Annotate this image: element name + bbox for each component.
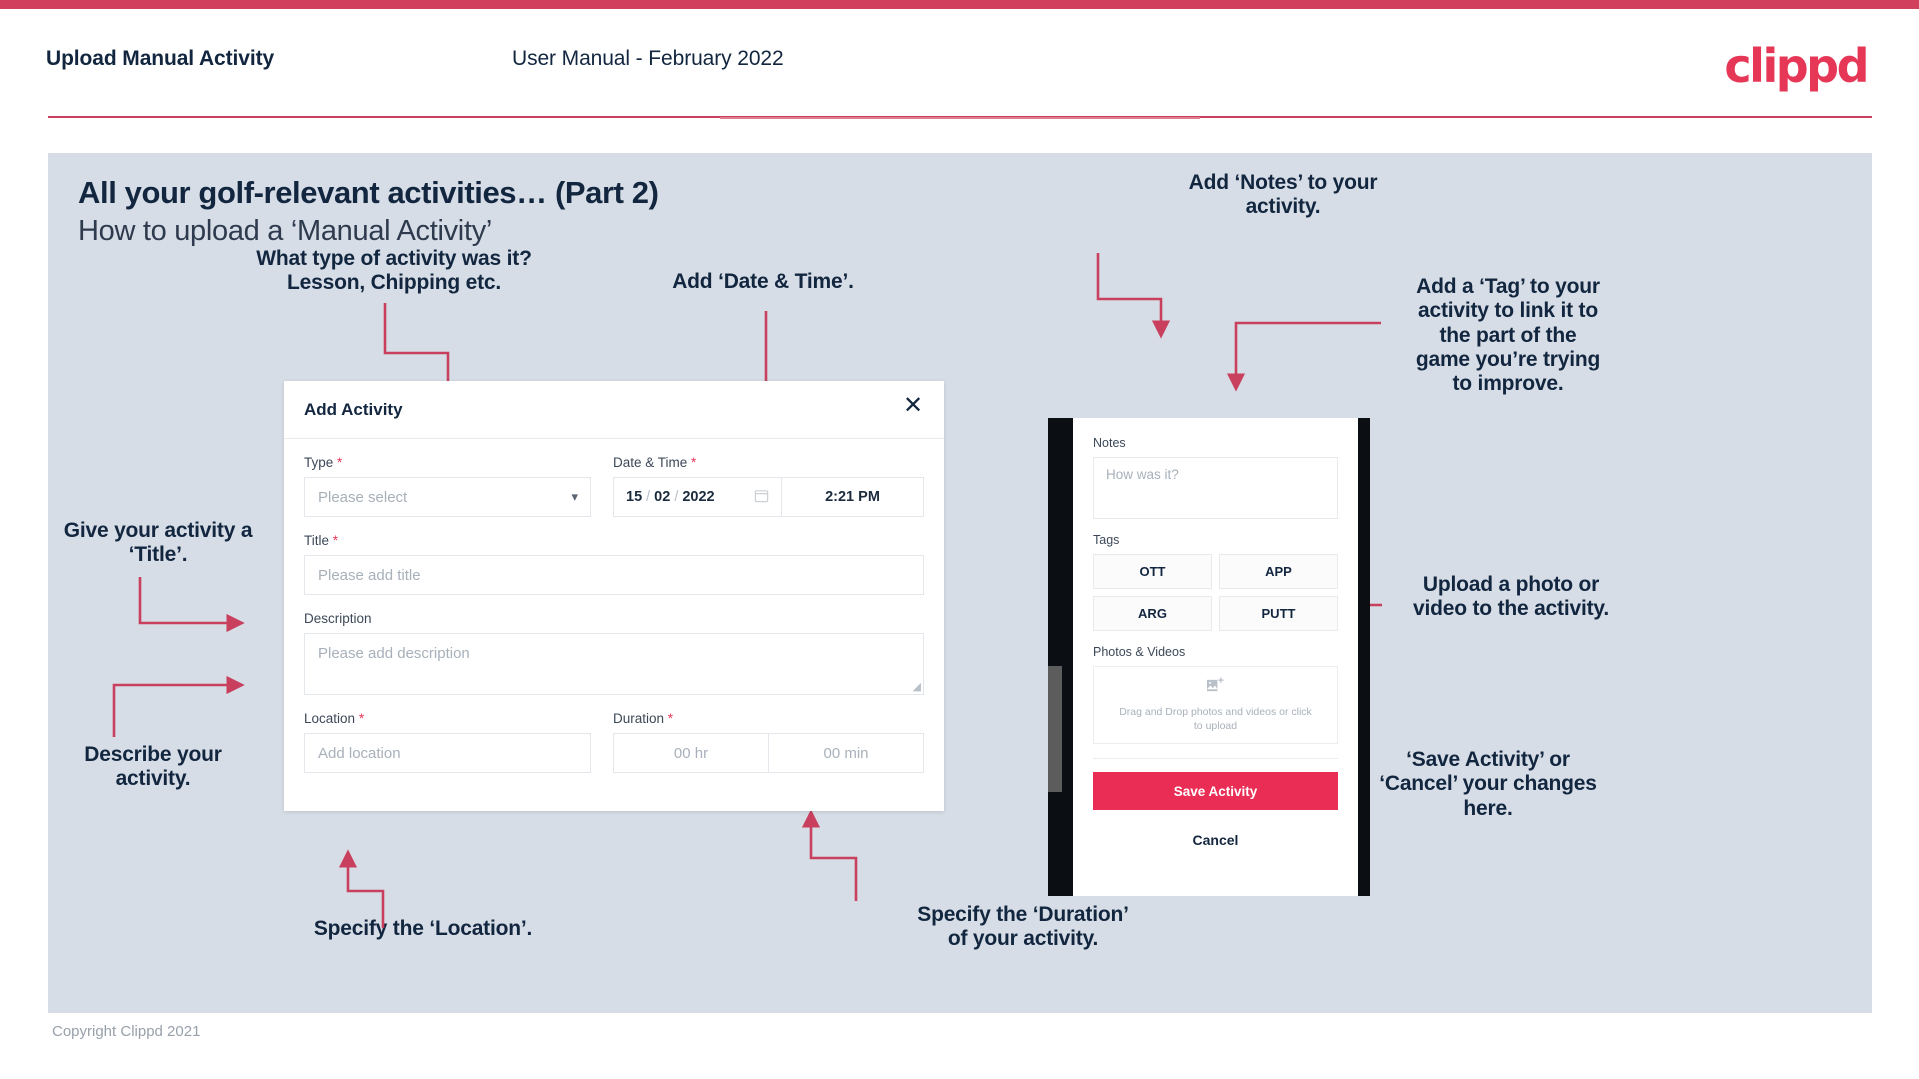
title-placeholder: Please add title bbox=[318, 566, 421, 584]
duration-group: 00 hr 00 min bbox=[613, 733, 924, 773]
annotation-duration: Specify the ‘Duration’ of your activity. bbox=[917, 903, 1129, 951]
phone-divider bbox=[1093, 758, 1338, 759]
page-header: Upload Manual Activity User Manual - Feb… bbox=[0, 9, 1919, 125]
notes-label: Notes bbox=[1093, 436, 1126, 450]
type-label-text: Type bbox=[304, 455, 334, 470]
title-label-text: Title bbox=[304, 533, 330, 548]
location-required-marker: * bbox=[358, 711, 365, 726]
tag-app[interactable]: APP bbox=[1219, 554, 1338, 589]
field-datetime: Date & Time * 15 / 02 / 2022 2:21 PM bbox=[613, 455, 924, 517]
tag-arg[interactable]: ARG bbox=[1093, 596, 1212, 631]
duration-required-marker: * bbox=[667, 711, 674, 726]
time-input[interactable]: 2:21 PM bbox=[782, 477, 924, 517]
phone-bezel-right bbox=[1357, 418, 1370, 896]
duration-hours-input[interactable]: 00 hr bbox=[613, 733, 769, 773]
title-label: Title * bbox=[304, 533, 924, 548]
date-input[interactable]: 15 / 02 / 2022 bbox=[613, 477, 782, 517]
location-label-text: Location bbox=[304, 711, 356, 726]
tags-grid: OTT APP ARG PUTT bbox=[1093, 554, 1338, 631]
notes-textarea[interactable]: How was it? bbox=[1093, 457, 1338, 519]
datetime-required-marker: * bbox=[691, 455, 697, 470]
phone-volume-button bbox=[1048, 666, 1062, 792]
date-sep-2: / bbox=[674, 489, 679, 505]
location-label: Location * bbox=[304, 711, 591, 726]
calendar-icon[interactable] bbox=[754, 488, 769, 507]
annotation-notes: Add ‘Notes’ to your activity. bbox=[1188, 171, 1378, 219]
top-accent-bar bbox=[0, 0, 1919, 9]
add-activity-dialog: Add Activity ✕ Type * Please select ▾ Da… bbox=[284, 381, 944, 811]
row-location-duration: Location * Add location Duration * 00 hr… bbox=[304, 711, 924, 773]
duration-label-text: Duration bbox=[613, 711, 665, 726]
description-textarea[interactable]: Please add description ◢ bbox=[304, 633, 924, 695]
add-image-icon bbox=[1206, 677, 1225, 699]
row-type-datetime: Type * Please select ▾ Date & Time * 15 … bbox=[304, 455, 924, 517]
duration-minutes-input[interactable]: 00 min bbox=[769, 733, 924, 773]
description-placeholder: Please add description bbox=[318, 645, 470, 662]
datetime-label-text: Date & Time bbox=[613, 455, 688, 470]
page-title: Upload Manual Activity bbox=[46, 47, 275, 70]
title-input[interactable]: Please add title bbox=[304, 555, 924, 595]
chevron-down-icon: ▾ bbox=[571, 489, 578, 504]
phone-mockup: Notes How was it? Tags OTT APP ARG PUTT … bbox=[1048, 418, 1370, 896]
annotation-description: Describe your activity. bbox=[84, 743, 222, 791]
type-select[interactable]: Please select ▾ bbox=[304, 477, 591, 517]
footer-copyright: Copyright Clippd 2021 bbox=[52, 1023, 201, 1040]
annotation-type: What type of activity was it? Lesson, Ch… bbox=[256, 247, 532, 295]
annotation-tags: Add a ‘Tag’ to your activity to link it … bbox=[1415, 275, 1601, 396]
phone-bezel-left bbox=[1048, 418, 1062, 896]
date-day: 15 bbox=[626, 489, 643, 505]
slide-canvas: All your golf-relevant activities… (Part… bbox=[48, 153, 1872, 1013]
date-year: 2022 bbox=[682, 489, 715, 505]
field-description: Description Please add description ◢ bbox=[304, 611, 924, 695]
field-location: Location * Add location bbox=[304, 711, 591, 773]
dialog-header: Add Activity ✕ bbox=[284, 381, 944, 439]
annotation-photos: Upload a photo or video to the activity. bbox=[1413, 573, 1609, 621]
dialog-title: Add Activity bbox=[304, 400, 403, 419]
dialog-body: Type * Please select ▾ Date & Time * 15 … bbox=[284, 439, 944, 773]
photo-dropzone[interactable]: Drag and Drop photos and videos or click… bbox=[1093, 666, 1338, 744]
page-subtitle: User Manual - February 2022 bbox=[512, 47, 784, 70]
datetime-label: Date & Time * bbox=[613, 455, 924, 470]
save-activity-button[interactable]: Save Activity bbox=[1093, 772, 1338, 810]
description-label: Description bbox=[304, 611, 924, 626]
close-icon[interactable]: ✕ bbox=[900, 393, 926, 419]
annotation-datetime: Add ‘Date & Time’. bbox=[672, 270, 854, 293]
type-required-marker: * bbox=[337, 455, 343, 470]
type-select-placeholder: Please select bbox=[318, 488, 408, 506]
field-duration: Duration * 00 hr 00 min bbox=[613, 711, 924, 773]
date-month: 02 bbox=[654, 489, 671, 505]
slide-title: All your golf-relevant activities… (Part… bbox=[78, 175, 659, 210]
photos-label: Photos & Videos bbox=[1093, 645, 1186, 659]
tag-putt[interactable]: PUTT bbox=[1219, 596, 1338, 631]
annotation-save-cancel: ‘Save Activity’ or ‘Cancel’ your changes… bbox=[1379, 748, 1597, 820]
description-label-text: Description bbox=[304, 611, 372, 626]
title-required-marker: * bbox=[332, 533, 339, 548]
location-placeholder: Add location bbox=[318, 744, 401, 762]
location-input[interactable]: Add location bbox=[304, 733, 591, 773]
header-divider-highlight bbox=[720, 117, 1200, 119]
resize-grip-icon[interactable]: ◢ bbox=[913, 680, 921, 693]
datetime-group: 15 / 02 / 2022 2:21 PM bbox=[613, 477, 924, 517]
tag-ott[interactable]: OTT bbox=[1093, 554, 1212, 589]
slide-subtitle: How to upload a ‘Manual Activity’ bbox=[78, 215, 493, 247]
clippd-logo: clippd bbox=[1724, 39, 1869, 93]
tags-label: Tags bbox=[1093, 533, 1120, 547]
annotation-title: Give your activity a ‘Title’. bbox=[63, 519, 253, 567]
phone-screen: Notes How was it? Tags OTT APP ARG PUTT … bbox=[1073, 418, 1358, 896]
field-type: Type * Please select ▾ bbox=[304, 455, 591, 517]
type-label: Type * bbox=[304, 455, 591, 470]
annotation-location: Specify the ‘Location’. bbox=[313, 917, 533, 940]
duration-label: Duration * bbox=[613, 711, 924, 726]
cancel-button[interactable]: Cancel bbox=[1093, 832, 1338, 848]
dropzone-text: Drag and Drop photos and videos or click… bbox=[1119, 705, 1312, 732]
date-sep-1: / bbox=[646, 489, 651, 505]
field-title: Title * Please add title bbox=[304, 533, 924, 595]
